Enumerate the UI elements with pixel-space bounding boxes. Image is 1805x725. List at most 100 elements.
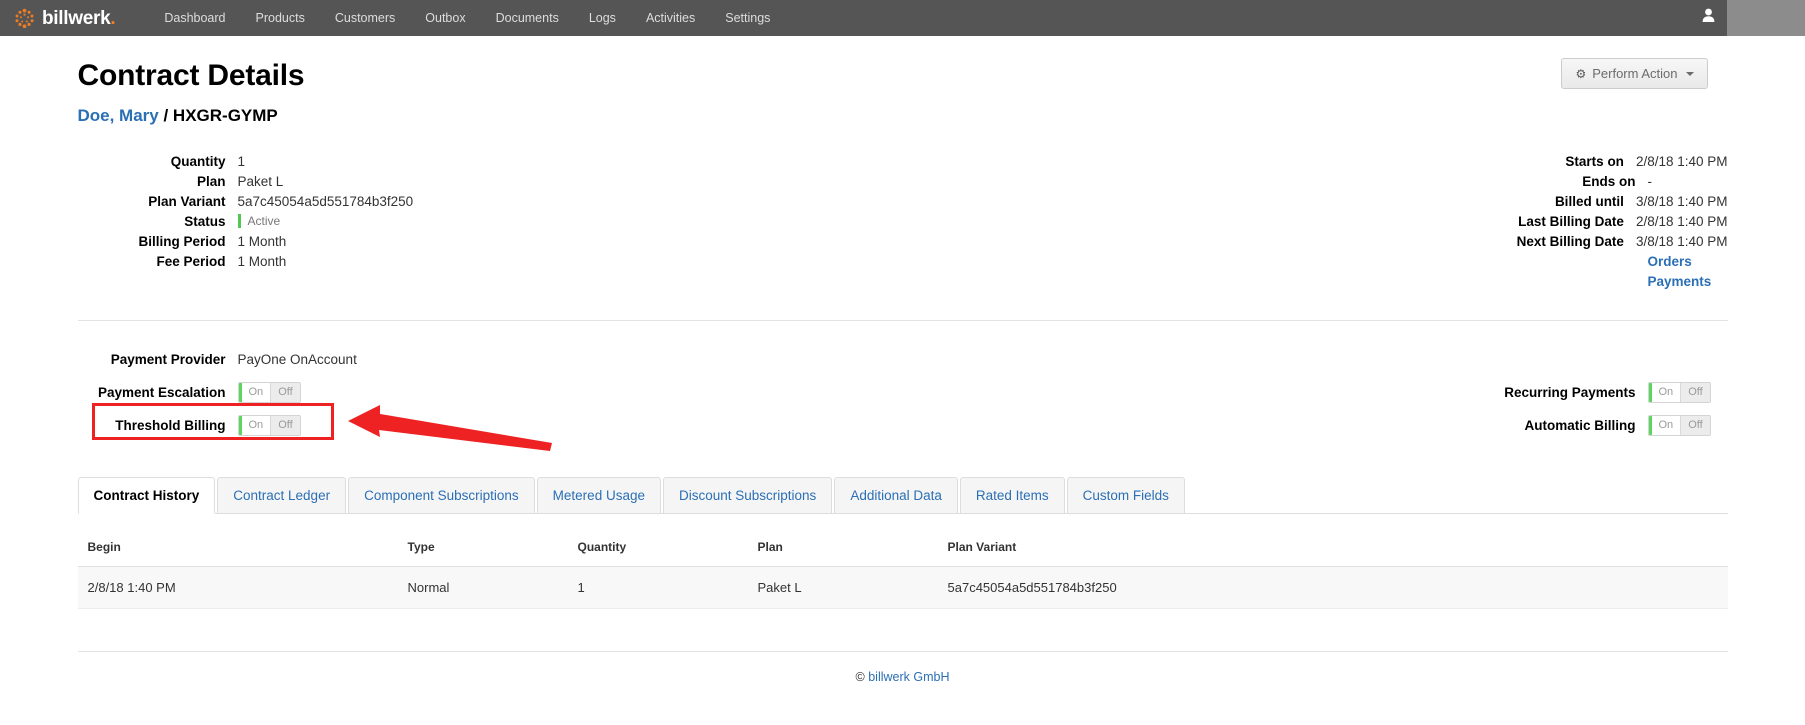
payment-escalation-row: Payment Escalation On Off <box>78 378 903 407</box>
detail-row-plan-variant: Plan Variant 5a7c45054a5d551784b3f250 <box>78 192 903 212</box>
payment-escalation-toggle[interactable]: On Off <box>237 382 301 403</box>
detail-label-ends-on: Ends on <box>1582 174 1636 189</box>
gear-icon: ⚙ <box>1575 66 1587 81</box>
column-header-plan[interactable]: Plan <box>747 532 938 567</box>
detail-label-fee-period: Fee Period <box>156 254 226 269</box>
table-row[interactable]: 2/8/18 1:40 PM Normal 1 Paket L 5a7c4505… <box>77 566 1728 609</box>
cell-begin: 2/8/18 1:40 PM <box>77 566 398 609</box>
nav-item-outbox[interactable]: Outbox <box>410 0 480 36</box>
column-header-begin[interactable]: Begin <box>77 532 398 567</box>
column-header-type[interactable]: Type <box>397 532 568 567</box>
detail-value-billed-until: 3/8/18 1:40 PM <box>1635 194 1728 209</box>
detail-label-plan: Plan <box>196 174 226 189</box>
user-name-redacted[interactable] <box>1727 0 1805 36</box>
detail-row-orders-link: Orders <box>903 252 1728 272</box>
tab-component-subscriptions[interactable]: Component Subscriptions <box>348 477 535 514</box>
toggle-on-option[interactable]: On <box>241 383 271 402</box>
nav-item-customers[interactable]: Customers <box>320 0 410 36</box>
nav-item-products[interactable]: Products <box>241 0 320 36</box>
detail-value-starts-on: 2/8/18 1:40 PM <box>1635 154 1728 169</box>
toggle-off-option[interactable]: Off <box>1680 416 1710 435</box>
tab-custom-fields[interactable]: Custom Fields <box>1066 477 1185 514</box>
billwerk-dots-logo-icon <box>14 8 35 29</box>
cell-quantity: 1 <box>567 566 748 609</box>
detail-row-quantity: Quantity 1 <box>78 152 903 172</box>
brand-logo[interactable]: billwerk. <box>0 0 129 36</box>
toggle-on-option[interactable]: On <box>1651 416 1681 435</box>
detail-row-plan: Plan Paket L <box>78 172 903 192</box>
nav-item-dashboard[interactable]: Dashboard <box>149 0 240 36</box>
automatic-billing-row: Automatic Billing On Off <box>903 411 1728 440</box>
detail-label-status: Status <box>184 214 226 229</box>
detail-row-status: Status Active <box>78 212 903 232</box>
detail-row-billed-until: Billed until 3/8/18 1:40 PM <box>903 192 1728 212</box>
payment-provider-value: PayOne OnAccount <box>237 352 357 367</box>
detail-label-next-billing-date: Next Billing Date <box>1516 234 1624 249</box>
page-container: Contract Details Doe, Mary / HXGR-GYMP ⚙… <box>58 36 1748 684</box>
detail-row-payments-link: Payments <box>903 272 1728 292</box>
column-header-quantity[interactable]: Quantity <box>567 532 748 567</box>
toggle-off-option[interactable]: Off <box>1680 383 1710 402</box>
payment-settings-left-column: Payment Provider PayOne OnAccount Paymen… <box>78 345 903 444</box>
payment-provider-row: Payment Provider PayOne OnAccount <box>78 345 903 374</box>
recurring-payments-row: Recurring Payments On Off <box>903 378 1728 407</box>
automatic-billing-toggle[interactable]: On Off <box>1647 415 1711 436</box>
detail-value-payments: Payments <box>1648 272 1712 292</box>
toggle-off-option[interactable]: Off <box>270 416 300 435</box>
toggle-on-option[interactable]: On <box>241 416 271 435</box>
detail-row-ends-on: Ends on - <box>903 172 1728 192</box>
nav-item-settings[interactable]: Settings <box>710 0 785 36</box>
page-footer: © billwerk GmbH <box>78 652 1728 684</box>
recurring-payments-spacer-row <box>903 345 1728 374</box>
automatic-billing-label: Automatic Billing <box>1524 418 1636 433</box>
detail-value-plan-variant: 5a7c45054a5d551784b3f250 <box>237 194 414 209</box>
page-title: Contract Details <box>77 59 305 92</box>
tab-contract-history[interactable]: Contract History <box>77 477 216 514</box>
recurring-payments-label: Recurring Payments <box>1504 385 1636 400</box>
nav-item-logs[interactable]: Logs <box>574 0 631 36</box>
tab-contract-ledger[interactable]: Contract Ledger <box>217 477 347 514</box>
table-header-row: Begin Type Quantity Plan Plan Variant <box>77 532 1728 567</box>
toggle-off-option[interactable]: Off <box>270 383 300 402</box>
status-indicator-bar <box>237 213 241 228</box>
orders-link[interactable]: Orders <box>1648 254 1692 269</box>
detail-row-last-billing-date: Last Billing Date 2/8/18 1:40 PM <box>903 212 1728 232</box>
detail-row-next-billing-date: Next Billing Date 3/8/18 1:40 PM <box>903 232 1728 252</box>
detail-row-billing-period: Billing Period 1 Month <box>78 232 903 252</box>
column-header-plan-variant[interactable]: Plan Variant <box>937 532 1728 567</box>
detail-value-quantity: 1 <box>237 154 246 169</box>
toggle-on-option[interactable]: On <box>1651 383 1681 402</box>
payment-settings-right-column: Recurring Payments On Off Automatic Bill… <box>903 345 1728 444</box>
detail-value-last-billing-date: 2/8/18 1:40 PM <box>1635 214 1728 229</box>
payments-link[interactable]: Payments <box>1648 274 1712 289</box>
status-text: Active <box>247 213 281 228</box>
detail-value-ends-on: - <box>1647 174 1653 189</box>
contract-subtitle: Doe, Mary / HXGR-GYMP <box>78 106 1728 126</box>
tab-discount-subscriptions[interactable]: Discount Subscriptions <box>662 477 833 514</box>
tab-rated-items[interactable]: Rated Items <box>959 477 1065 514</box>
detail-label-plan-variant: Plan Variant <box>148 194 226 209</box>
detail-row-fee-period: Fee Period 1 Month <box>78 252 903 272</box>
status-badge: Active <box>237 211 281 231</box>
threshold-billing-toggle[interactable]: On Off <box>237 415 301 436</box>
table-body: 2/8/18 1:40 PM Normal 1 Paket L 5a7c4505… <box>77 566 1728 609</box>
user-avatar-icon[interactable] <box>1690 0 1727 36</box>
customer-link[interactable]: Doe, Mary <box>78 106 159 125</box>
copyright-symbol: © <box>855 670 865 684</box>
perform-action-button[interactable]: ⚙ Perform Action <box>1561 58 1708 89</box>
cell-type: Normal <box>397 566 568 609</box>
tab-additional-data[interactable]: Additional Data <box>834 477 958 514</box>
detail-value-billing-period: 1 Month <box>237 234 287 249</box>
cell-plan: Paket L <box>747 566 938 609</box>
detail-value-status: Active <box>237 211 281 234</box>
brand-name: billwerk. <box>42 7 116 29</box>
nav-item-activities[interactable]: Activities <box>631 0 710 36</box>
contract-detail-right-column: Starts on 2/8/18 1:40 PM Ends on - Bille… <box>903 152 1728 292</box>
threshold-billing-label: Threshold Billing <box>115 418 226 433</box>
tab-metered-usage[interactable]: Metered Usage <box>536 477 661 514</box>
footer-company-link[interactable]: billwerk GmbH <box>868 670 949 684</box>
nav-item-documents[interactable]: Documents <box>481 0 574 36</box>
subtitle-separator: / <box>158 106 173 125</box>
detail-label-billed-until: Billed until <box>1554 194 1624 209</box>
recurring-payments-toggle[interactable]: On Off <box>1647 382 1711 403</box>
